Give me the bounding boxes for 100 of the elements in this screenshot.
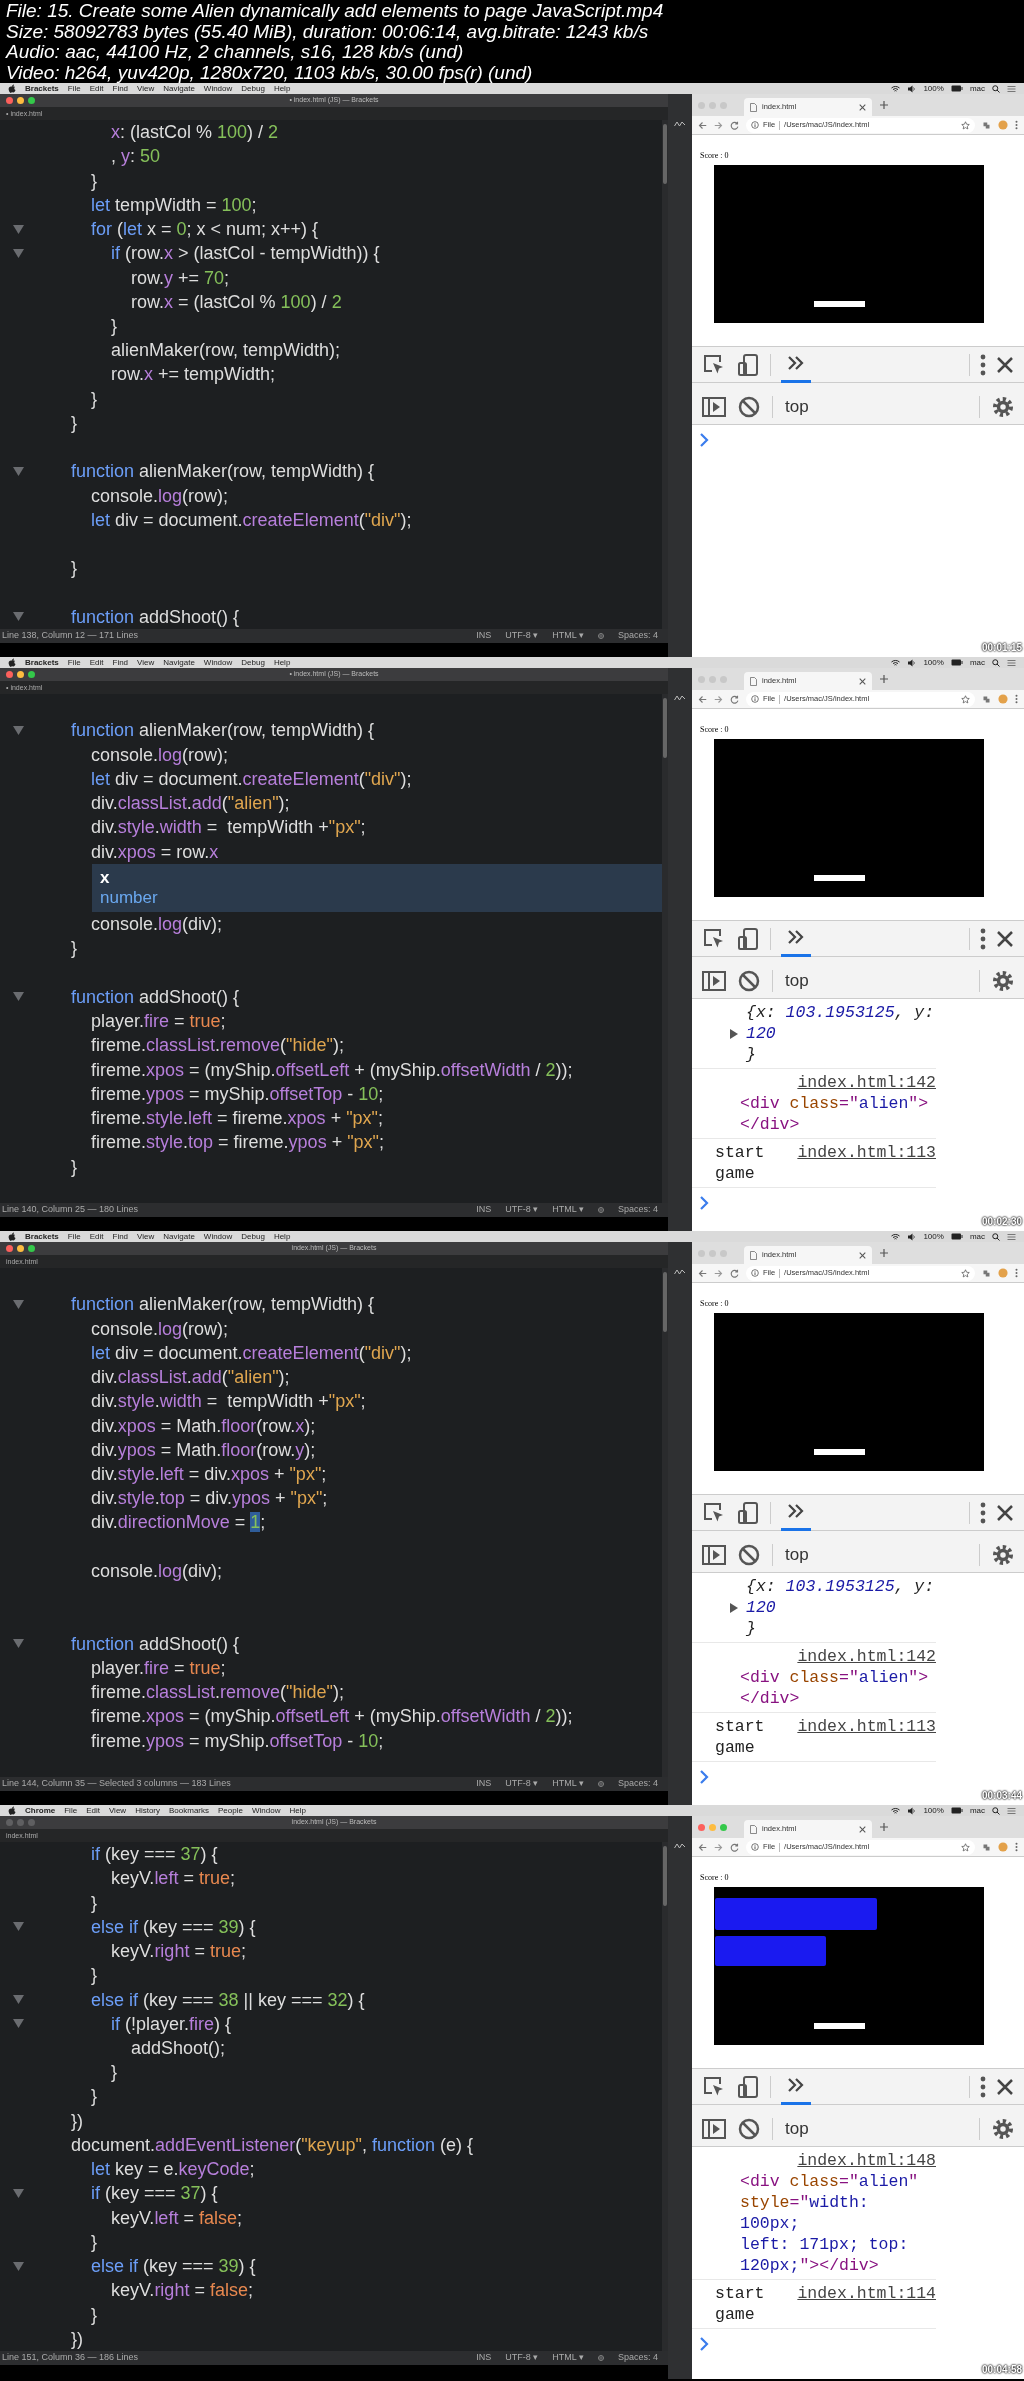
sidebar-icon[interactable]: [702, 1544, 726, 1565]
star-icon[interactable]: [961, 694, 970, 704]
minimize-button[interactable]: [17, 671, 24, 678]
menu-item[interactable]: Window: [203, 83, 233, 94]
settings-icon[interactable]: [992, 1543, 1014, 1566]
search-icon[interactable]: [992, 1806, 1000, 1815]
user-name[interactable]: mac: [969, 1805, 985, 1816]
menu-item[interactable]: File: [67, 657, 81, 668]
context-selector[interactable]: top: [785, 967, 809, 994]
search-icon[interactable]: [992, 1232, 1000, 1241]
lint-icon[interactable]: [597, 633, 604, 639]
clear-icon[interactable]: [738, 2117, 760, 2140]
reload-icon[interactable]: [730, 1268, 739, 1278]
clear-icon[interactable]: [738, 395, 760, 418]
plus-icon[interactable]: [880, 101, 888, 109]
element-line[interactable]: </div>: [740, 1688, 800, 1709]
element-line[interactable]: <div class="alien">: [740, 1093, 929, 1114]
object-preview[interactable]: {x: 103.1953125, y: 120 }: [746, 1002, 936, 1065]
indent-setting[interactable]: Spaces: 4: [617, 2351, 658, 2365]
source-link[interactable]: index.html:142: [797, 1646, 936, 1667]
battery-icon[interactable]: [950, 659, 963, 666]
close-button[interactable]: [6, 671, 13, 678]
close-icon[interactable]: [996, 929, 1014, 948]
user-name[interactable]: mac: [969, 83, 985, 94]
list-icon[interactable]: [1007, 1232, 1016, 1241]
back-icon[interactable]: [698, 120, 707, 130]
fold-icon[interactable]: [12, 248, 24, 258]
plus-icon[interactable]: [880, 1249, 888, 1257]
device-icon[interactable]: [736, 926, 760, 951]
menu-item[interactable]: File: [67, 83, 81, 94]
autocomplete-popup[interactable]: x number: [92, 863, 662, 913]
menu-item[interactable]: Bookmarks: [169, 1805, 210, 1816]
encoding-select[interactable]: UTF-8 ▾: [505, 1777, 539, 1791]
fold-icon[interactable]: [12, 1299, 24, 1309]
app-menu[interactable]: Brackets: [25, 657, 59, 668]
language-select[interactable]: HTML ▾: [552, 629, 584, 643]
more-icon[interactable]: [1015, 120, 1018, 130]
menu-item[interactable]: View: [137, 83, 155, 94]
device-icon[interactable]: [736, 2074, 760, 2099]
close-icon[interactable]: [859, 103, 866, 111]
menu-item[interactable]: File: [64, 1805, 78, 1816]
clear-icon[interactable]: [738, 969, 760, 992]
lint-icon[interactable]: [597, 2355, 604, 2361]
plus-icon[interactable]: [880, 675, 888, 683]
encoding-select[interactable]: UTF-8 ▾: [505, 1203, 539, 1217]
scrollbar[interactable]: [662, 1842, 668, 2351]
encoding-select[interactable]: UTF-8 ▾: [505, 2351, 539, 2365]
fold-icon[interactable]: [12, 224, 24, 234]
back-icon[interactable]: [698, 694, 707, 704]
menu-item[interactable]: Navigate: [163, 1231, 195, 1242]
more-icon[interactable]: [1015, 1842, 1018, 1852]
logo-icon[interactable]: [8, 84, 16, 93]
extension-icon[interactable]: [982, 120, 991, 130]
close-icon[interactable]: [859, 1825, 866, 1833]
battery-icon[interactable]: [950, 85, 963, 92]
fold-icon[interactable]: [12, 2188, 24, 2198]
list-icon[interactable]: [1007, 658, 1016, 667]
menu-item[interactable]: Edit: [89, 1231, 104, 1242]
zoom-button[interactable]: [28, 97, 35, 104]
menu-item[interactable]: File: [67, 1231, 81, 1242]
menu-item[interactable]: Edit: [86, 1805, 100, 1816]
fold-icon[interactable]: [12, 2019, 24, 2029]
forward-icon[interactable]: [714, 120, 723, 130]
element-line[interactable]: left: 171px; top:: [740, 2234, 909, 2255]
extension-icon[interactable]: [982, 694, 991, 704]
sidebar-icon[interactable]: [702, 2118, 726, 2139]
source-link[interactable]: index.html:142: [797, 1072, 936, 1093]
source-link[interactable]: index.html:148: [797, 2150, 936, 2171]
close-button[interactable]: [6, 1245, 13, 1252]
wifi-icon[interactable]: [891, 1806, 901, 1815]
menu-item[interactable]: View: [137, 1231, 155, 1242]
app-menu[interactable]: Chrome: [25, 1805, 56, 1816]
app-menu[interactable]: Brackets: [25, 83, 59, 94]
search-icon[interactable]: [992, 658, 1000, 667]
menu-item[interactable]: History: [135, 1805, 160, 1816]
menu-item[interactable]: View: [108, 1805, 127, 1816]
menu-item[interactable]: Find: [112, 83, 129, 94]
menu-item[interactable]: Window: [251, 1805, 281, 1816]
element-line[interactable]: style="width: 100px;: [740, 2192, 936, 2234]
reload-icon[interactable]: [730, 1842, 739, 1852]
app-menu[interactable]: Brackets: [25, 1231, 59, 1242]
forward-icon[interactable]: [714, 694, 723, 704]
menu-item[interactable]: Find: [112, 1231, 129, 1242]
wave-icon[interactable]: [674, 694, 686, 702]
battery-icon[interactable]: [950, 1807, 963, 1814]
menu-item[interactable]: Help: [289, 1805, 306, 1816]
settings-icon[interactable]: [992, 2117, 1014, 2140]
source-link[interactable]: index.html:114: [797, 2283, 936, 2304]
element-line[interactable]: <div class="alien": [740, 2171, 919, 2192]
object-preview[interactable]: {x: 103.1953125, y: 120 }: [746, 1576, 936, 1639]
wifi-icon[interactable]: [891, 1232, 901, 1241]
sidebar-icon[interactable]: [702, 970, 726, 991]
language-select[interactable]: HTML ▾: [552, 1777, 584, 1791]
element-line[interactable]: 120px;"></div>: [740, 2255, 879, 2276]
settings-icon[interactable]: [992, 969, 1014, 992]
forward-icon[interactable]: [714, 1268, 723, 1278]
menu-item[interactable]: Edit: [89, 83, 104, 94]
forward-icon[interactable]: [714, 1842, 723, 1852]
insert-mode[interactable]: INS: [476, 629, 492, 643]
encoding-select[interactable]: UTF-8 ▾: [505, 629, 539, 643]
